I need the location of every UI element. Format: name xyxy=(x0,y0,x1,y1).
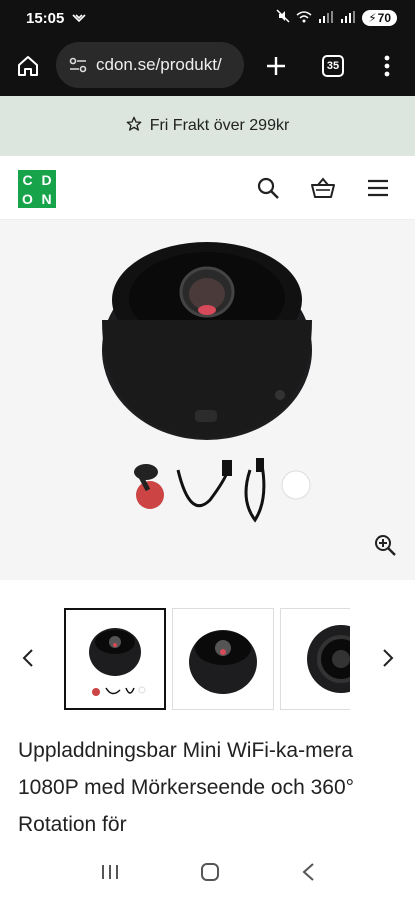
logo-letter: O xyxy=(22,190,33,207)
new-tab-icon[interactable] xyxy=(262,52,290,80)
tabs-icon[interactable]: 35 xyxy=(320,53,346,79)
system-nav-bar xyxy=(0,848,415,900)
logo-letter: D xyxy=(41,171,52,188)
thumbnail-strip xyxy=(64,608,350,710)
logo-letter: N xyxy=(41,190,52,207)
home-icon[interactable] xyxy=(14,52,42,80)
thumbnail-2[interactable] xyxy=(172,608,274,710)
zoom-icon[interactable] xyxy=(373,533,397,562)
thumbnail-3[interactable] xyxy=(280,608,350,710)
camera-thumbnail xyxy=(189,630,257,694)
product-image-main[interactable] xyxy=(0,220,415,580)
thumbnail-1[interactable] xyxy=(64,608,166,710)
signal-icon-2 xyxy=(340,10,356,27)
product-title: Uppladdningsbar Mini WiFi-ka-mera 1080P … xyxy=(18,739,355,836)
cdon-logo[interactable]: C D O N xyxy=(18,170,56,208)
promo-text: Fri Frakt över 299kr xyxy=(149,117,290,134)
search-icon[interactable] xyxy=(254,174,282,202)
promo-banner: Fri Frakt över 299kr xyxy=(0,96,415,156)
basket-icon[interactable] xyxy=(309,174,337,202)
wifi-icon xyxy=(296,10,312,27)
url-text: cdon.se/produkt/ xyxy=(96,55,222,74)
status-time: 15:05 xyxy=(26,9,65,27)
home-button-icon[interactable] xyxy=(199,861,221,888)
camera-product-illustration xyxy=(102,242,312,523)
menu-icon[interactable] xyxy=(364,174,392,202)
recents-icon[interactable] xyxy=(100,863,120,886)
camera-thumbnail xyxy=(89,628,146,696)
mute-icon xyxy=(276,9,290,27)
status-bar: 15:05 ⚡ 70 xyxy=(0,0,415,36)
site-header: C D O N xyxy=(0,156,415,220)
logo-letter: C xyxy=(22,171,33,188)
browser-toolbar: cdon.se/produkt/ 35 xyxy=(0,36,415,96)
url-bar[interactable]: cdon.se/produkt/ xyxy=(56,42,244,88)
camera-thumbnail xyxy=(307,625,350,693)
carousel-next-icon[interactable] xyxy=(376,644,400,672)
more-icon[interactable] xyxy=(374,52,400,80)
star-icon xyxy=(126,116,142,137)
site-settings-icon[interactable] xyxy=(68,57,88,73)
carousel-prev-icon[interactable] xyxy=(16,644,40,672)
battery-icon: ⚡ 70 xyxy=(362,10,397,26)
data-saver-icon xyxy=(72,10,86,27)
battery-level: 70 xyxy=(377,11,391,25)
thumbnail-carousel xyxy=(0,600,415,716)
back-icon[interactable] xyxy=(301,862,315,887)
tab-count: 35 xyxy=(322,55,344,77)
signal-icon xyxy=(318,10,334,27)
